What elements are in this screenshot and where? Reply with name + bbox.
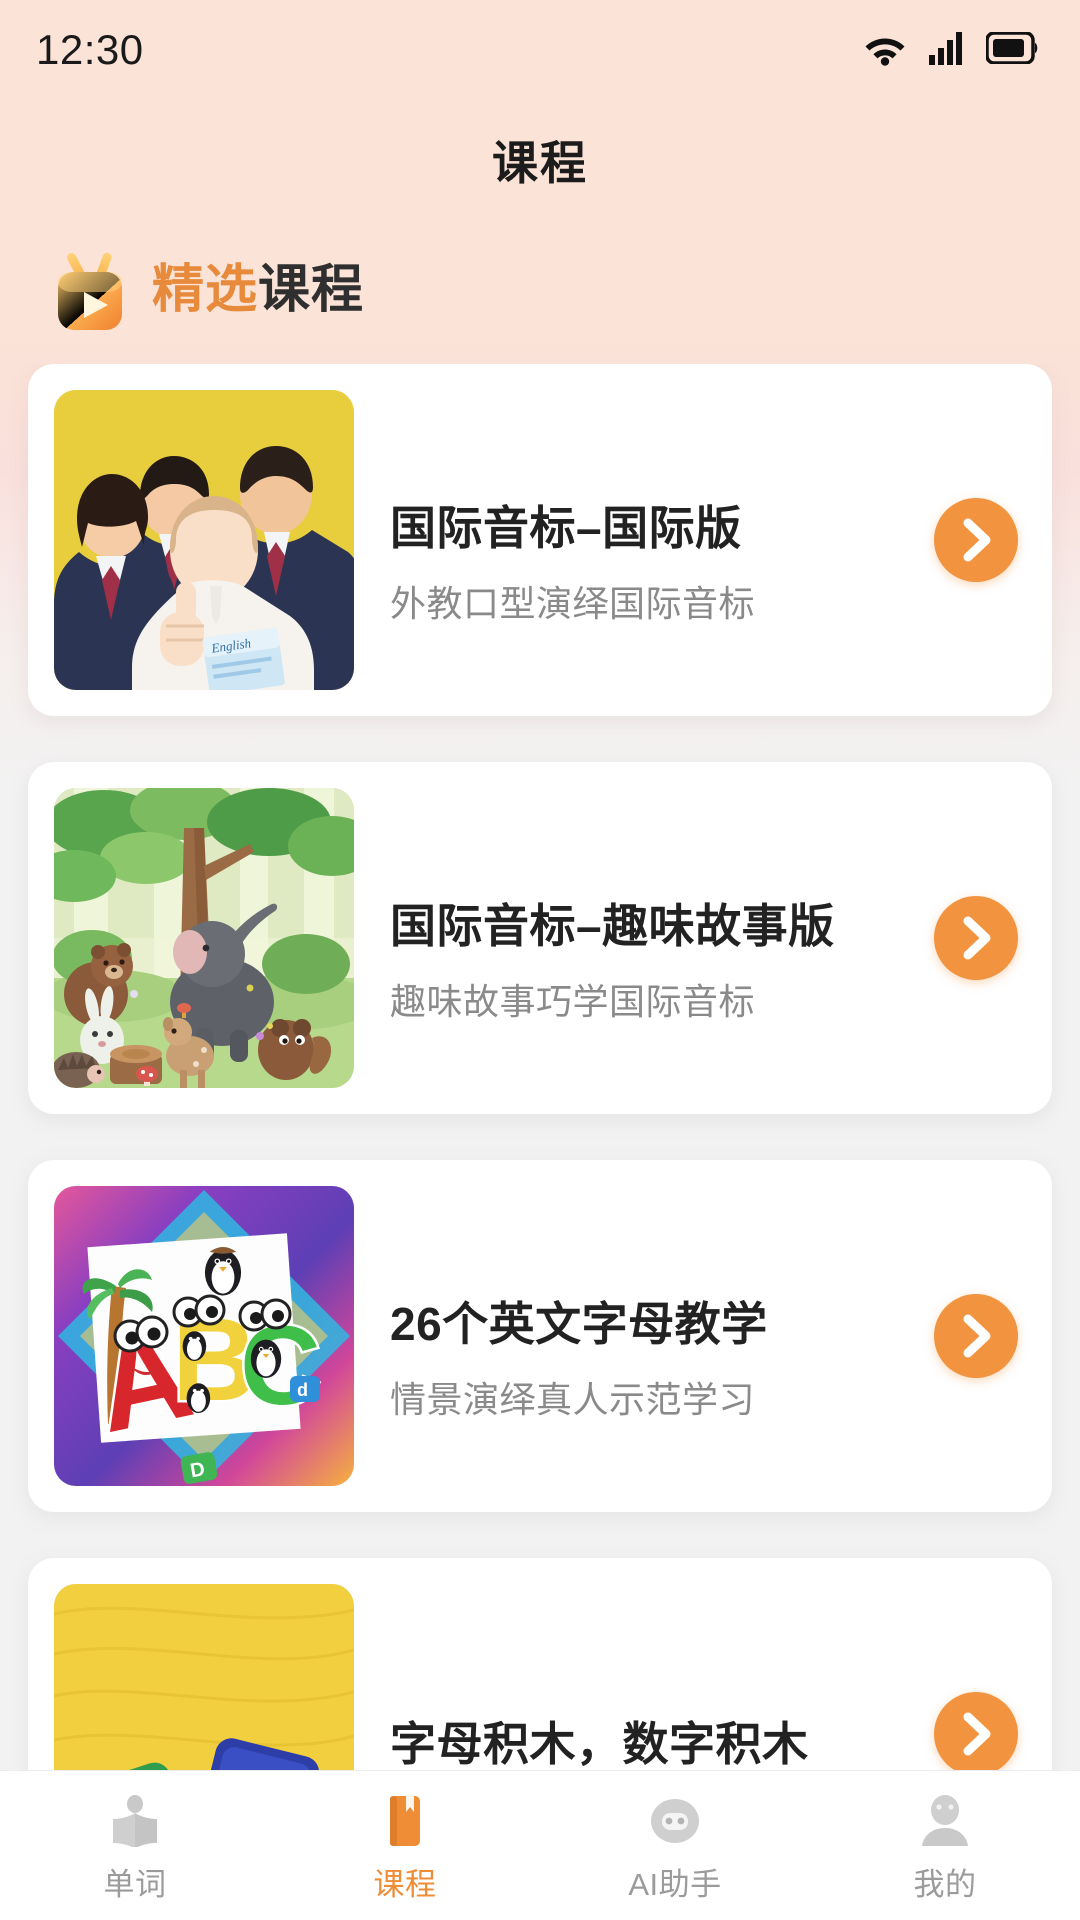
course-text: 国际音标–趣味故事版 趣味故事巧学国际音标 (354, 853, 924, 1022)
course-title: 国际音标–趣味故事版 (390, 900, 835, 953)
students-photo-yellow: English (54, 390, 354, 690)
page-header: 课程 (0, 100, 1080, 220)
status-bar: 12:30 (0, 0, 1080, 100)
tab-courses[interactable]: 课程 (270, 1771, 540, 1920)
course-card[interactable]: English 国际音标–国际版 外教口型演绎国际音标 (28, 364, 1052, 716)
course-thumbnail: B E (54, 1584, 354, 1770)
battery-icon (985, 30, 1040, 69)
course-thumbnail: A B C D d (54, 1186, 354, 1486)
chevron-right-icon (959, 1314, 993, 1358)
forest-animals-illustration (54, 788, 354, 1088)
course-card[interactable]: 国际音标–趣味故事版 趣味故事巧学国际音标 (28, 762, 1052, 1114)
tab-words[interactable]: 单词 (0, 1771, 270, 1920)
course-open-button[interactable] (934, 1294, 1018, 1378)
book-mark-icon (383, 1793, 427, 1849)
tab-label: 单词 (103, 1867, 167, 1902)
featured-section-header: 精选 课程 (0, 220, 1080, 364)
course-thumbnail: English (54, 390, 354, 690)
course-title: 26个英文字母教学 (390, 1298, 768, 1351)
course-subtitle: 趣味故事巧学国际音标 (390, 980, 756, 1022)
page-title: 课程 (492, 137, 588, 189)
course-open-button[interactable] (934, 498, 1018, 582)
letter-blocks-yellow: B E (54, 1584, 354, 1770)
tv-play-icon (42, 242, 138, 338)
course-text: 字母积木，数字积木 (354, 1671, 924, 1770)
tab-label: 我的 (913, 1867, 977, 1902)
tab-label: AI助手 (628, 1867, 722, 1902)
robot-face-icon (648, 1793, 702, 1849)
person-icon (919, 1793, 971, 1849)
app-root: 12:30 课程 精选 课程 English 国际音标–国际版 外教口型演绎国际… (0, 0, 1080, 1920)
course-card[interactable]: B E 字母积木，数字积木 (28, 1558, 1052, 1770)
course-card[interactable]: A B C D d 26个英文字母教学 情景演绎真人示范学习 (28, 1160, 1052, 1512)
course-title: 字母积木，数字积木 (390, 1717, 809, 1770)
status-bar-icons (862, 30, 1040, 71)
section-title-highlight: 精选 (152, 261, 259, 319)
cellular-signal-icon (928, 30, 966, 71)
open-book-icon (110, 1793, 160, 1849)
course-text: 26个英文字母教学 情景演绎真人示范学习 (354, 1251, 924, 1420)
course-list[interactable]: English 国际音标–国际版 外教口型演绎国际音标 国际音标–趣味故事版 趣… (0, 364, 1080, 1770)
wifi-icon (862, 30, 908, 71)
course-thumbnail (54, 788, 354, 1088)
course-subtitle: 情景演绎真人示范学习 (390, 1378, 756, 1420)
course-open-button[interactable] (934, 1692, 1018, 1770)
chevron-right-icon (959, 916, 993, 960)
section-title-rest: 课程 (258, 261, 365, 319)
chevron-right-icon (959, 518, 993, 562)
bottom-tab-bar[interactable]: 单词 课程 AI助手 我的 (0, 1770, 1080, 1920)
abc-letters-colorful: A B C D d (54, 1186, 354, 1486)
svg-text:d: d (297, 1380, 308, 1400)
status-bar-time: 12:30 (36, 26, 144, 73)
course-subtitle: 外教口型演绎国际音标 (390, 582, 756, 624)
tab-label: 课程 (373, 1867, 437, 1902)
course-open-button[interactable] (934, 896, 1018, 980)
course-text: 国际音标–国际版 外教口型演绎国际音标 (354, 455, 924, 624)
chevron-right-icon (959, 1712, 993, 1756)
course-title: 国际音标–国际版 (390, 502, 742, 555)
featured-section-title: 精选 课程 (152, 264, 364, 316)
tab-ai-assistant[interactable]: AI助手 (540, 1771, 810, 1920)
tab-profile[interactable]: 我的 (810, 1771, 1080, 1920)
